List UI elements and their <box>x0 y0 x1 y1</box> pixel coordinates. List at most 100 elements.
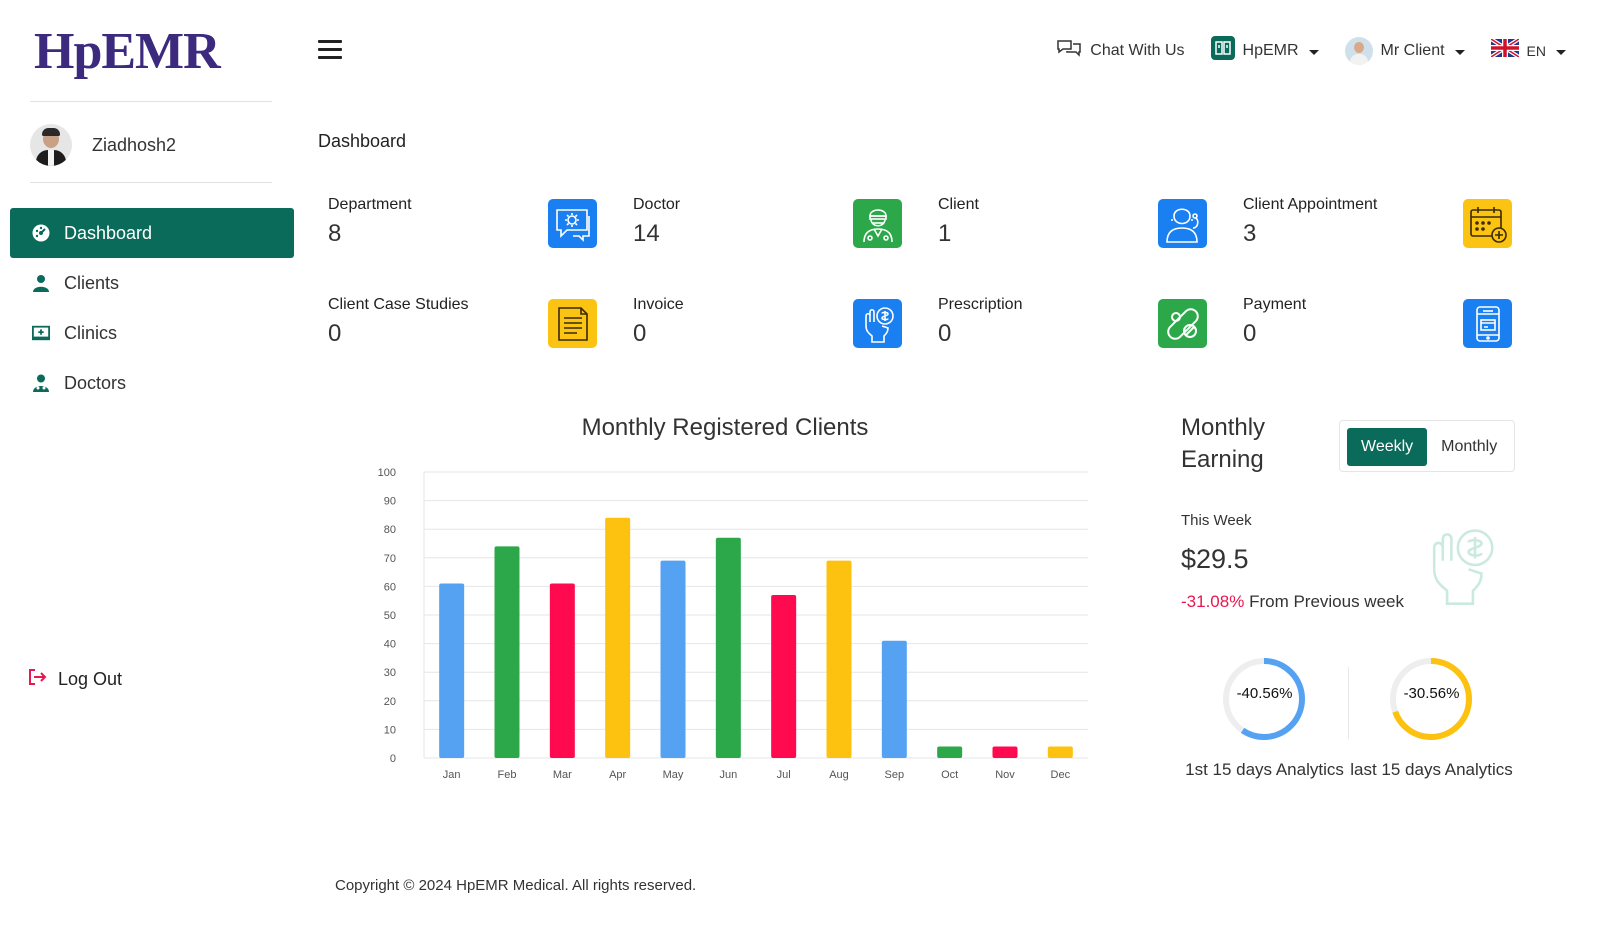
department-icon <box>548 199 597 248</box>
logout-button[interactable]: Log Out <box>28 668 122 691</box>
sidebar-item-label: Dashboard <box>64 222 153 243</box>
bar-may <box>660 560 686 758</box>
bar-feb <box>494 546 520 758</box>
sidebar-item-dashboard[interactable]: Dashboard <box>10 208 294 258</box>
x-tick-label: Apr <box>609 769 626 781</box>
uk-flag-icon <box>1489 37 1520 62</box>
money-hand-icon <box>1417 522 1503 613</box>
stat-card-invoice[interactable]: Invoice 0 <box>623 288 928 348</box>
stat-card-payment[interactable]: Payment 0 <box>1233 288 1538 348</box>
stat-card-client-appointment[interactable]: Client Appointment 3 <box>1233 188 1538 248</box>
x-tick-label: Nov <box>995 769 1015 781</box>
org-dropdown[interactable]: HpEMR <box>1210 36 1319 65</box>
bar-dec <box>1047 746 1073 758</box>
stat-card-doctor[interactable]: Doctor 14 <box>623 188 928 248</box>
appointment-icon <box>1463 199 1512 248</box>
payment-icon <box>1463 299 1512 348</box>
x-tick-label: Jan <box>443 769 461 781</box>
divider <box>30 101 272 102</box>
case-study-icon <box>548 299 597 348</box>
sidebar-item-label: Clinics <box>64 322 118 343</box>
stat-card-department[interactable]: Department 8 <box>318 188 623 248</box>
bar-apr <box>605 517 631 758</box>
bar-sep <box>881 640 907 758</box>
x-tick-label: May <box>663 769 684 781</box>
user-profile[interactable]: Ziadhosh2 <box>30 124 176 166</box>
x-tick-label: Mar <box>553 769 572 781</box>
ring-first-15-days: -40.56% 1st 15 days Analytics <box>1181 657 1348 780</box>
chart-title: Monthly Registered Clients <box>581 414 869 441</box>
sidebar-item-clients[interactable]: Clients <box>10 258 294 308</box>
y-tick-label: 40 <box>384 639 396 651</box>
bar-aug <box>826 560 852 758</box>
x-tick-label: Dec <box>1051 769 1071 781</box>
monthly-button[interactable]: Monthly <box>1427 428 1511 466</box>
stat-card-client[interactable]: Client 1 <box>928 188 1233 248</box>
sidebar-nav: Dashboard Clients Clinics Doctors <box>10 208 294 408</box>
chat-icon <box>1056 38 1082 63</box>
avatar <box>30 124 72 166</box>
org-label: HpEMR <box>1242 41 1299 59</box>
sidebar-item-label: Clients <box>64 272 120 293</box>
logout-icon <box>28 668 48 691</box>
menu-toggle-icon[interactable] <box>318 40 342 64</box>
change-percent: -31.08% <box>1181 592 1245 611</box>
x-tick-label: Jun <box>719 769 737 781</box>
clinic-icon <box>32 324 50 342</box>
page-title: Dashboard <box>318 131 407 151</box>
stat-cards: Department 8 Doctor 14 Client 1 Client A… <box>318 188 1540 348</box>
x-tick-label: Feb <box>498 769 517 781</box>
sidebar-item-doctors[interactable]: Doctors <box>10 358 294 408</box>
prescription-icon <box>1158 299 1207 348</box>
account-label: Mr Client <box>1380 41 1445 59</box>
avatar <box>1344 36 1373 65</box>
monthly-earning-panel: Monthly Earning Weekly Monthly This Week… <box>1181 412 1521 792</box>
top-bar: Chat With Us HpEMR Mr Client EN <box>1056 36 1566 65</box>
doctor-icon <box>32 374 50 392</box>
y-tick-label: 20 <box>384 696 396 708</box>
ring-caption: last 15 days Analytics <box>1350 760 1513 779</box>
y-tick-label: 30 <box>384 667 396 679</box>
earning-change: -31.08% From Previous week <box>1181 592 1404 612</box>
stat-card-prescription[interactable]: Prescription 0 <box>928 288 1233 348</box>
username: Ziadhosh2 <box>92 134 177 155</box>
footer-copyright: Copyright © 2024 HpEMR Medical. All righ… <box>335 877 697 894</box>
bar-oct <box>937 746 963 758</box>
account-dropdown[interactable]: Mr Client <box>1344 36 1465 65</box>
chat-with-us-link[interactable]: Chat With Us <box>1056 38 1185 63</box>
ring-caption: 1st 15 days Analytics <box>1185 760 1344 779</box>
earning-title: Monthly Earning <box>1181 414 1266 473</box>
progress-ring <box>1390 658 1472 740</box>
invoice-icon <box>853 299 902 348</box>
x-tick-label: Sep <box>885 769 905 781</box>
divider <box>30 182 272 183</box>
y-tick-label: 60 <box>384 581 396 593</box>
bar-jul <box>771 594 797 758</box>
ring-percent: -40.56% <box>1236 685 1293 702</box>
bar-nov <box>992 746 1018 758</box>
chevron-down-icon <box>1308 50 1319 55</box>
user-icon <box>32 274 50 292</box>
brand-logo[interactable]: HpEMR <box>34 22 221 81</box>
language-label: EN <box>1526 42 1546 59</box>
y-tick-label: 100 <box>378 467 396 479</box>
language-dropdown[interactable]: EN <box>1489 37 1566 62</box>
weekly-button[interactable]: Weekly <box>1347 428 1428 466</box>
sidebar-item-clinics[interactable]: Clinics <box>10 308 294 358</box>
stat-card-client-case-studies[interactable]: Client Case Studies 0 <box>318 288 623 348</box>
earning-amount: $29.5 <box>1181 544 1249 574</box>
bar-jan <box>439 583 465 758</box>
doctor-icon <box>853 199 902 248</box>
sidebar-item-label: Doctors <box>64 372 127 393</box>
client-icon <box>1158 199 1207 248</box>
chevron-down-icon <box>1454 50 1465 55</box>
y-tick-label: 10 <box>384 724 396 736</box>
dashboard-icon <box>32 224 50 242</box>
logout-label: Log Out <box>58 669 123 689</box>
y-tick-label: 70 <box>384 553 396 565</box>
ring-percent: -30.56% <box>1403 685 1460 702</box>
bar-jun <box>715 537 741 758</box>
bar-chart: 0 10 20 30 40 50 60 70 80 90 100 Jan Feb Mar Apr May Jun… <box>378 467 1088 781</box>
sidebar: HpEMR Ziadhosh2 Dashboard Clients Clinic… <box>0 0 294 949</box>
y-tick-label: 0 <box>390 753 396 765</box>
